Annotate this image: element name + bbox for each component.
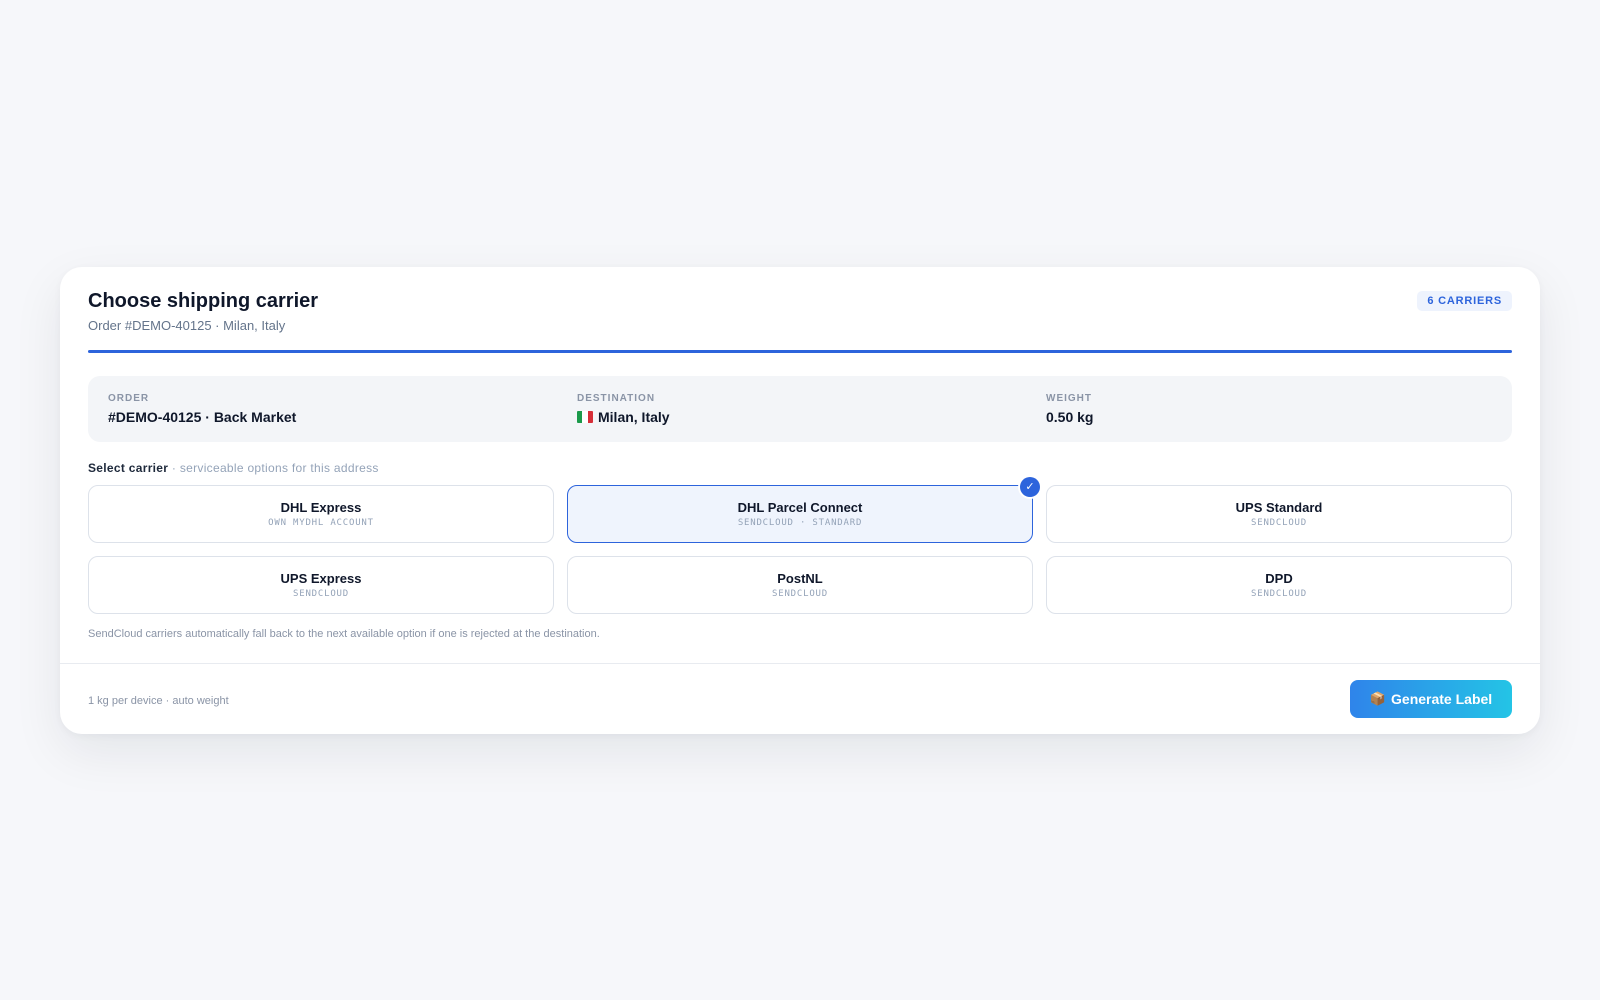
carrier-name: DPD: [1265, 571, 1293, 586]
carrier-source: OWN MYDHL ACCOUNT: [268, 518, 374, 528]
carrier-source: SENDCLOUD: [1251, 589, 1307, 599]
page-subtitle: Order #DEMO-40125 · Milan, Italy: [88, 318, 286, 333]
summary-order: ORDER #DEMO-40125 · Back Market: [108, 393, 296, 425]
package-icon: 📦: [1369, 691, 1387, 706]
summary-destination-label: DESTINATION: [577, 393, 656, 404]
carrier-option-ups-standard[interactable]: UPS Standard SENDCLOUD: [1046, 485, 1512, 543]
selected-check-icon: ✓: [1020, 477, 1040, 497]
generate-label-button[interactable]: 📦 Generate Label: [1350, 680, 1512, 718]
summary-weight-text: 0.50 kg: [1046, 409, 1094, 425]
carrier-option-dpd[interactable]: DPD SENDCLOUD: [1046, 556, 1512, 614]
carrier-name: DHL Express: [280, 500, 362, 515]
summary-weight-value: 0.50 kg: [1046, 409, 1093, 425]
footer-weight-note: 1 kg per device · auto weight: [88, 695, 229, 707]
select-carrier-label: Select carrier: [88, 461, 169, 475]
carrier-source: SENDCLOUD: [1251, 518, 1307, 528]
order-summary-panel: ORDER #DEMO-40125 · Back Market DESTINAT…: [88, 376, 1512, 442]
carrier-name: UPS Express: [280, 571, 362, 586]
summary-destination-value: Milan, Italy: [577, 409, 670, 425]
footer-divider: [60, 663, 1540, 664]
carrier-name: PostNL: [777, 571, 823, 586]
summary-weight: WEIGHT 0.50 kg: [1046, 393, 1093, 425]
dialog-header: Choose shipping carrier Order #DEMO-4012…: [88, 267, 1512, 355]
italy-flag-icon: [577, 411, 593, 423]
carrier-option-postnl[interactable]: PostNL SENDCLOUD: [567, 556, 1033, 614]
carrier-source: SENDCLOUD: [293, 589, 349, 599]
summary-order-value: #DEMO-40125 · Back Market: [108, 409, 296, 425]
carrier-dialog: Choose shipping carrier Order #DEMO-4012…: [60, 267, 1540, 734]
fallback-note: SendCloud carriers automatically fall ba…: [88, 628, 600, 640]
carrier-name: DHL Parcel Connect: [737, 500, 863, 515]
select-carrier-heading: Select carrier · serviceable options for…: [88, 461, 379, 475]
select-carrier-hint: · serviceable options for this address: [168, 461, 379, 475]
generate-label-text: Generate Label: [1391, 691, 1493, 707]
carrier-option-dhl-express[interactable]: DHL Express OWN MYDHL ACCOUNT: [88, 485, 554, 543]
carrier-source: SENDCLOUD: [772, 589, 828, 599]
header-accent-bar: [88, 350, 1512, 353]
carrier-name: UPS Standard: [1235, 500, 1323, 515]
summary-destination-text: Milan, Italy: [598, 409, 670, 425]
summary-destination: DESTINATION Milan, Italy: [577, 393, 670, 425]
summary-order-label: ORDER: [108, 393, 150, 404]
carrier-source: SENDCLOUD · STANDARD: [737, 518, 863, 528]
carrier-grid: DHL Express OWN MYDHL ACCOUNT DHL Parcel…: [88, 477, 1512, 615]
carrier-count-badge: 6 CARRIERS: [1417, 291, 1512, 311]
page-title: Choose shipping carrier: [88, 290, 319, 312]
summary-order-text: #DEMO-40125 · Back Market: [108, 409, 297, 425]
carrier-option-ups-express[interactable]: UPS Express SENDCLOUD: [88, 556, 554, 614]
summary-weight-label: WEIGHT: [1046, 393, 1092, 404]
carrier-option-dhl-parcel-connect[interactable]: DHL Parcel Connect SENDCLOUD · STANDARD …: [567, 477, 1040, 543]
